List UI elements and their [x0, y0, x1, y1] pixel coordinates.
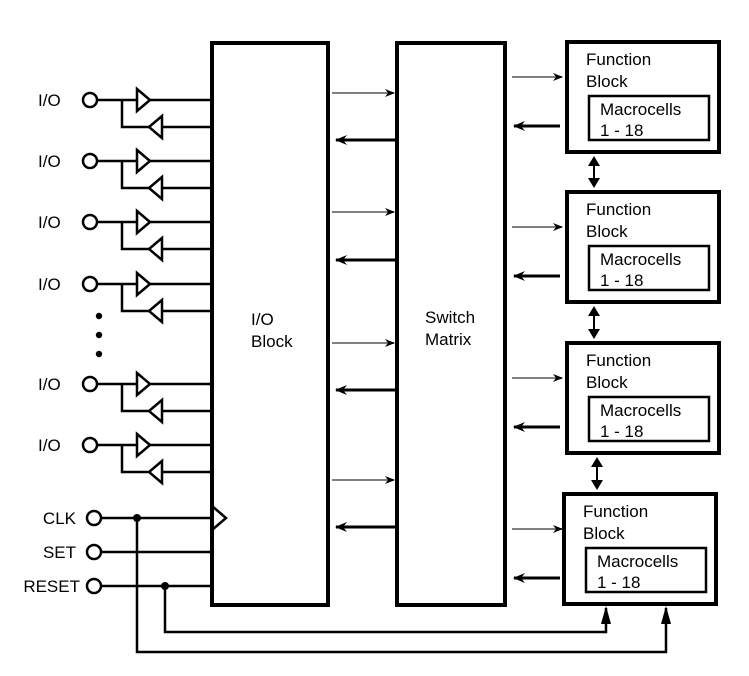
io-to-switch-arrows: [332, 89, 395, 532]
io-pin-row: I/O: [38, 431, 212, 486]
io-pin-label: I/O: [38, 436, 61, 455]
arrow-up-icon: [588, 156, 600, 166]
cpld-block-diagram: I/O I/O I/O I/O I/O I/O I/O Block Switch Matr…: [23, 40, 721, 654]
function-block-label-line1: Function: [583, 502, 648, 521]
arrow-up-icon: [588, 306, 600, 316]
output-buffer-icon: [147, 235, 164, 263]
output-buffer-icon: [147, 174, 164, 202]
io-pin-row: I/O: [38, 270, 212, 325]
arrow-down-icon: [591, 480, 603, 490]
io-pin-label: I/O: [38, 152, 61, 171]
io-pin-circle: [81, 436, 99, 454]
arrow-down-icon: [588, 329, 600, 339]
output-buffer-icon: [147, 458, 164, 486]
macrocells-label-line2: 1 - 18: [597, 573, 640, 592]
macrocells-label-line1: Macrocells: [600, 401, 681, 420]
macrocells-label-line1: Macrocells: [600, 100, 681, 119]
io-pin-label: I/O: [38, 275, 61, 294]
function-block-label-line1: Function: [586, 50, 651, 69]
function-block: Function Block Macrocells 1 - 18: [512, 492, 718, 606]
switch-matrix-label-line2: Matrix: [425, 330, 472, 349]
arrow-up-icon: [591, 457, 603, 467]
io-block: I/O Block: [210, 41, 330, 607]
ellipsis-dots: [95, 312, 103, 358]
macrocells-label-line2: 1 - 18: [600, 271, 643, 290]
input-buffer-icon: [135, 86, 152, 114]
function-block-label-line2: Block: [586, 72, 628, 91]
input-buffer-icon: [135, 147, 152, 175]
function-block-label-line2: Block: [586, 373, 628, 392]
macrocells-label-line1: Macrocells: [600, 250, 681, 269]
clk-label: CLK: [43, 509, 77, 528]
function-block-label-line2: Block: [583, 524, 625, 543]
reset-arrowhead: [601, 606, 611, 624]
io-pin-row: I/O: [38, 370, 212, 425]
io-block-label-line2: Block: [251, 332, 293, 351]
clk-pin: [85, 509, 103, 527]
function-block: Function Block Macrocells 1 - 18: [512, 40, 721, 188]
function-block-group: Function Block Macrocells 1 - 18 Function Blo…: [512, 40, 721, 606]
function-block-label-line2: Block: [586, 222, 628, 241]
set-pin: [85, 543, 103, 561]
input-buffer-icon: [135, 270, 152, 298]
io-pin-row: I/O: [38, 208, 212, 263]
io-pin-circle: [81, 152, 99, 170]
macrocells-label-line1: Macrocells: [597, 552, 678, 571]
function-block: Function Block Macrocells 1 - 18: [512, 341, 721, 490]
io-pin-label: I/O: [38, 375, 61, 394]
io-pin-circle: [81, 375, 99, 393]
output-buffer-icon: [147, 397, 164, 425]
function-block-label-line1: Function: [586, 351, 651, 370]
io-pin-label: I/O: [38, 91, 61, 110]
io-pin-group: I/O I/O I/O I/O I/O I/O: [38, 86, 212, 486]
switch-matrix: Switch Matrix: [395, 41, 507, 607]
input-buffer-icon: [135, 208, 152, 236]
io-pin-circle: [81, 275, 99, 293]
io-block-label-line1: I/O: [251, 310, 274, 329]
io-pin-row: I/O: [38, 147, 212, 202]
io-pin-label: I/O: [38, 213, 61, 232]
io-pin-circle: [81, 91, 99, 109]
switch-matrix-label-line1: Switch: [425, 308, 475, 327]
set-label: SET: [43, 543, 76, 562]
macrocells-label-line2: 1 - 18: [600, 121, 643, 140]
output-buffer-icon: [147, 297, 164, 325]
input-buffer-icon: [135, 431, 152, 459]
reset-pin: [85, 577, 103, 595]
function-block-label-line1: Function: [586, 200, 651, 219]
clk-arrowhead: [661, 606, 671, 624]
arrow-down-icon: [588, 178, 600, 188]
io-pin-row: I/O: [38, 86, 212, 141]
io-pin-circle: [81, 213, 99, 231]
input-buffer-icon: [135, 370, 152, 398]
macrocells-label-line2: 1 - 18: [600, 422, 643, 441]
function-block: Function Block Macrocells 1 - 18: [512, 190, 721, 339]
reset-label: RESET: [23, 577, 80, 596]
output-buffer-icon: [147, 113, 164, 141]
